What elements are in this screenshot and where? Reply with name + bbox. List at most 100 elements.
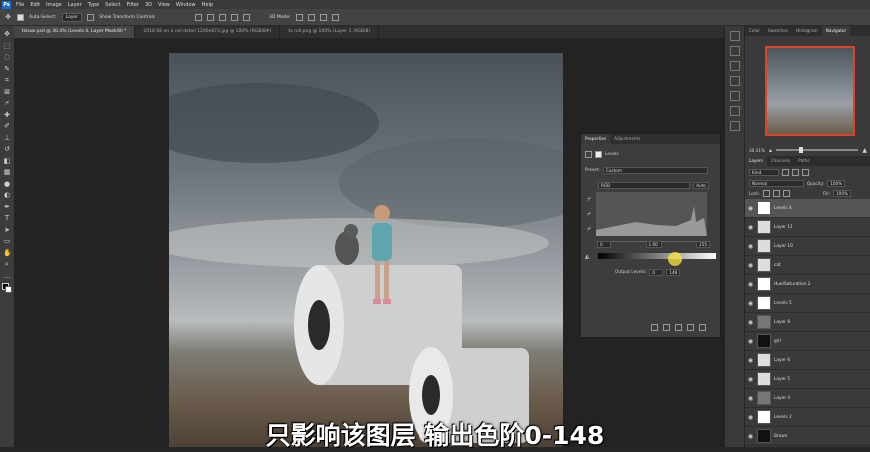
zoom-out-icon[interactable]: ▴ [769, 147, 772, 154]
visibility-eye-icon[interactable]: ◉ [747, 281, 754, 288]
tab-tx-roll[interactable]: tx roll.png @ 100% (Layer 1, RGB/8) [280, 26, 380, 38]
auto-select-dropdown[interactable]: Layer [61, 12, 83, 22]
blend-mode-dropdown[interactable]: Normal [749, 180, 804, 187]
brush-panel-icon[interactable] [729, 91, 740, 101]
history-panel-icon[interactable] [729, 31, 740, 41]
crop-tool-icon[interactable]: ⌗ [3, 76, 11, 84]
layer-row[interactable]: ◉ Levels 4 [745, 199, 870, 218]
3d-orbit-icon[interactable] [295, 13, 303, 21]
tab-swatches[interactable]: Swatches [764, 26, 792, 36]
input-black-field[interactable]: 0 [597, 241, 611, 248]
history-brush-icon[interactable]: ↺ [3, 145, 11, 153]
layer-row[interactable]: ◉ Levels 5 [745, 294, 870, 313]
distribute-icon[interactable] [231, 13, 239, 21]
stamp-tool-icon[interactable]: ⊥ [3, 134, 11, 142]
menu-file[interactable]: File [13, 2, 27, 8]
visibility-eye-icon[interactable]: ◉ [747, 300, 754, 307]
view-previous-icon[interactable] [663, 324, 670, 331]
zoom-in-icon[interactable]: ▲ [862, 147, 867, 154]
adjustments-panel-icon[interactable] [729, 46, 740, 56]
visibility-eye-icon[interactable]: ◉ [747, 376, 754, 383]
visibility-eye-icon[interactable]: ◉ [747, 243, 754, 250]
libraries-panel-icon[interactable] [729, 106, 740, 116]
visibility-eye-icon[interactable]: ◉ [747, 224, 754, 231]
more-tools-icon[interactable]: … [3, 272, 11, 280]
layer-row[interactable]: ◉ Layer 8 [745, 313, 870, 332]
reset-icon[interactable] [675, 324, 682, 331]
quick-select-tool-icon[interactable]: ✎ [3, 65, 11, 73]
white-point-eyedropper-icon[interactable]: ⌿ [585, 226, 593, 234]
tab-layers[interactable]: Layers [745, 156, 767, 166]
frame-tool-icon[interactable]: ⊠ [3, 88, 11, 96]
menu-type[interactable]: Type [85, 2, 102, 8]
tab-color[interactable]: Color [745, 26, 764, 36]
align-icon[interactable] [207, 13, 215, 21]
output-black-field[interactable]: 0 [649, 269, 664, 276]
blur-tool-icon[interactable]: ● [3, 180, 11, 188]
eyedropper-tool-icon[interactable]: ⌿ [3, 99, 11, 107]
color-swatches[interactable] [2, 283, 12, 293]
move-tool-icon[interactable]: ✥ [4, 13, 12, 21]
delete-icon[interactable] [699, 324, 706, 331]
clip-to-layer-icon[interactable] [651, 324, 658, 331]
preset-dropdown[interactable]: Custom [602, 167, 708, 174]
tab-roll-detail[interactable]: 2018 08 on a roll detail 1200x673.jpg @ … [135, 26, 281, 38]
dodge-tool-icon[interactable]: ◐ [3, 191, 11, 199]
layer-filter-dropdown[interactable]: Kind [749, 169, 779, 176]
layer-row[interactable]: ◉ Layer 4 [745, 389, 870, 408]
output-white-field[interactable]: 148 [666, 269, 681, 276]
visibility-eye-icon[interactable]: ◉ [747, 338, 754, 345]
align-icon[interactable] [219, 13, 227, 21]
layer-row[interactable]: ◉ cat [745, 256, 870, 275]
layer-row[interactable]: ◉ Layer 6 [745, 351, 870, 370]
visibility-icon[interactable] [687, 324, 694, 331]
fill-field[interactable]: 100% [832, 190, 851, 197]
menu-layer[interactable]: Layer [65, 2, 85, 8]
type-tool-icon[interactable]: T [3, 214, 11, 222]
menu-help[interactable]: Help [199, 2, 216, 8]
menu-window[interactable]: Window [173, 2, 199, 8]
gradient-tool-icon[interactable]: ▦ [3, 168, 11, 176]
menu-3d[interactable]: 3D [142, 2, 155, 8]
visibility-eye-icon[interactable]: ◉ [747, 395, 754, 402]
gray-point-eyedropper-icon[interactable]: ⌿ [585, 211, 593, 219]
menu-select[interactable]: Select [102, 2, 123, 8]
menu-filter[interactable]: Filter [124, 2, 142, 8]
path-select-icon[interactable]: ➤ [3, 226, 11, 234]
visibility-eye-icon[interactable]: ◉ [747, 262, 754, 269]
filter-type-icon[interactable] [802, 169, 809, 176]
lock-pixels-icon[interactable] [762, 190, 770, 197]
styles-panel-icon[interactable] [729, 121, 740, 131]
mask-icon[interactable] [595, 151, 602, 158]
input-gamma-field[interactable]: 1.00 [645, 241, 662, 248]
3d-roll-icon[interactable] [307, 13, 315, 21]
black-point-eyedropper-icon[interactable]: ⌿ [585, 196, 593, 204]
menu-view[interactable]: View [155, 2, 173, 8]
paragraph-panel-icon[interactable] [729, 61, 740, 71]
distribute-icon[interactable] [243, 13, 251, 21]
lock-position-icon[interactable] [772, 190, 780, 197]
healing-tool-icon[interactable]: ✚ [3, 111, 11, 119]
zoom-tool-icon[interactable]: ⌕ [3, 260, 11, 268]
layer-row[interactable]: ◉ Layer 5 [745, 370, 870, 389]
input-white-field[interactable]: 255 [696, 241, 710, 248]
brush-tool-icon[interactable]: ✐ [3, 122, 11, 130]
filter-adjustment-icon[interactable] [792, 169, 799, 176]
filter-pixel-icon[interactable] [782, 169, 789, 176]
tab-tissue[interactable]: tissue.psd @ 30.4% (Levels 4, Layer Mask… [14, 26, 136, 38]
layer-row[interactable]: ◉ Layer 11 [745, 218, 870, 237]
channel-dropdown[interactable]: RGB [598, 182, 690, 189]
transform-controls-checkbox[interactable] [87, 13, 95, 21]
visibility-eye-icon[interactable]: ◉ [747, 357, 754, 364]
auto-select-checkbox[interactable] [17, 13, 24, 21]
3d-pan-icon[interactable] [319, 13, 327, 21]
3d-slide-icon[interactable] [331, 13, 339, 21]
tab-adjustments[interactable]: Adjustments [610, 134, 644, 144]
visibility-eye-icon[interactable]: ◉ [747, 205, 754, 212]
shape-tool-icon[interactable]: ▭ [3, 237, 11, 245]
tab-paths[interactable]: Paths [794, 156, 813, 166]
document-canvas[interactable] [169, 53, 563, 447]
lasso-tool-icon[interactable]: ◌ [3, 53, 11, 61]
tab-navigator[interactable]: Navigator [821, 26, 851, 36]
eraser-tool-icon[interactable]: ◧ [3, 157, 11, 165]
